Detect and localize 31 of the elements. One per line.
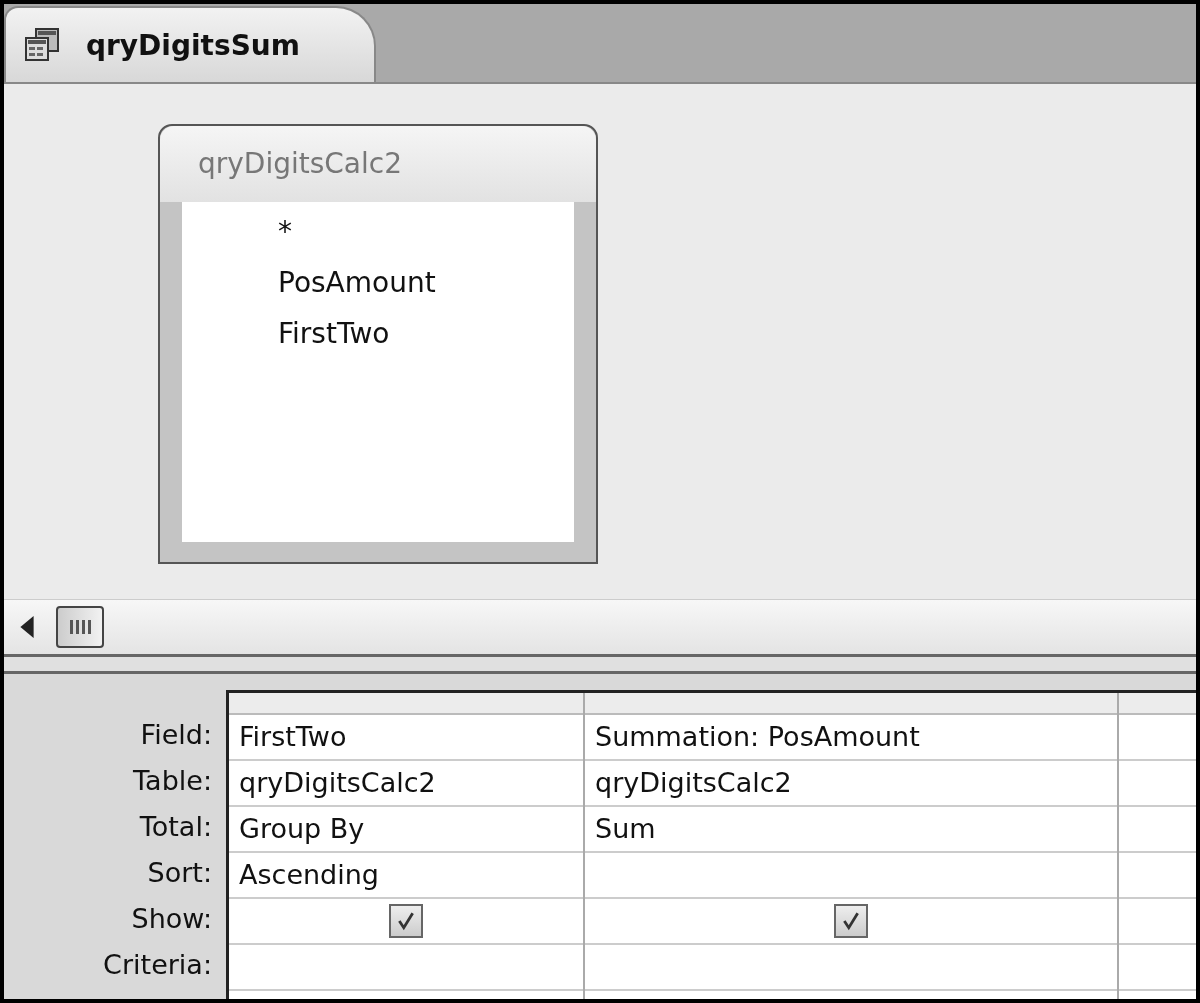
- row-label: Table:: [132, 764, 213, 798]
- scroll-left-icon: [20, 616, 34, 638]
- query-icon: [24, 28, 60, 62]
- show-checkbox[interactable]: [389, 904, 423, 938]
- row-label: Criteria:: [102, 948, 213, 982]
- checkmark-icon: [396, 911, 416, 931]
- field-item[interactable]: FirstTwo: [278, 308, 574, 359]
- checkmark-icon: [841, 911, 861, 931]
- scroll-thumb[interactable]: [56, 606, 104, 648]
- horizontal-scrollbar[interactable]: [4, 599, 1196, 654]
- row-label: Sort:: [146, 856, 213, 890]
- grid-cell[interactable]: qryDigitsCalc2: [585, 761, 1117, 807]
- grid-cell[interactable]: Group By: [229, 807, 583, 853]
- field-item[interactable]: *: [278, 206, 574, 257]
- row-label: Total:: [138, 810, 213, 844]
- grid-cell[interactable]: Sum: [585, 807, 1117, 853]
- grip-icon: [69, 620, 91, 634]
- row-label: Field:: [139, 718, 213, 752]
- pane-splitter[interactable]: [4, 654, 1196, 674]
- column-selector[interactable]: [229, 693, 583, 715]
- grid-cell[interactable]: Ascending: [229, 853, 583, 899]
- column-selector[interactable]: [585, 693, 1117, 715]
- table-title: qryDigitsCalc2: [160, 126, 596, 202]
- grid-cell[interactable]: Summation: PosAmount: [585, 715, 1117, 761]
- grid-cell[interactable]: FirstTwo: [229, 715, 583, 761]
- grid-cell[interactable]: qryDigitsCalc2: [229, 761, 583, 807]
- query-tab[interactable]: qryDigitsSum: [4, 6, 376, 82]
- field-item[interactable]: PosAmount: [278, 257, 574, 308]
- show-checkbox[interactable]: [834, 904, 868, 938]
- row-label: Show:: [130, 902, 213, 936]
- column-selector[interactable]: [1119, 693, 1196, 715]
